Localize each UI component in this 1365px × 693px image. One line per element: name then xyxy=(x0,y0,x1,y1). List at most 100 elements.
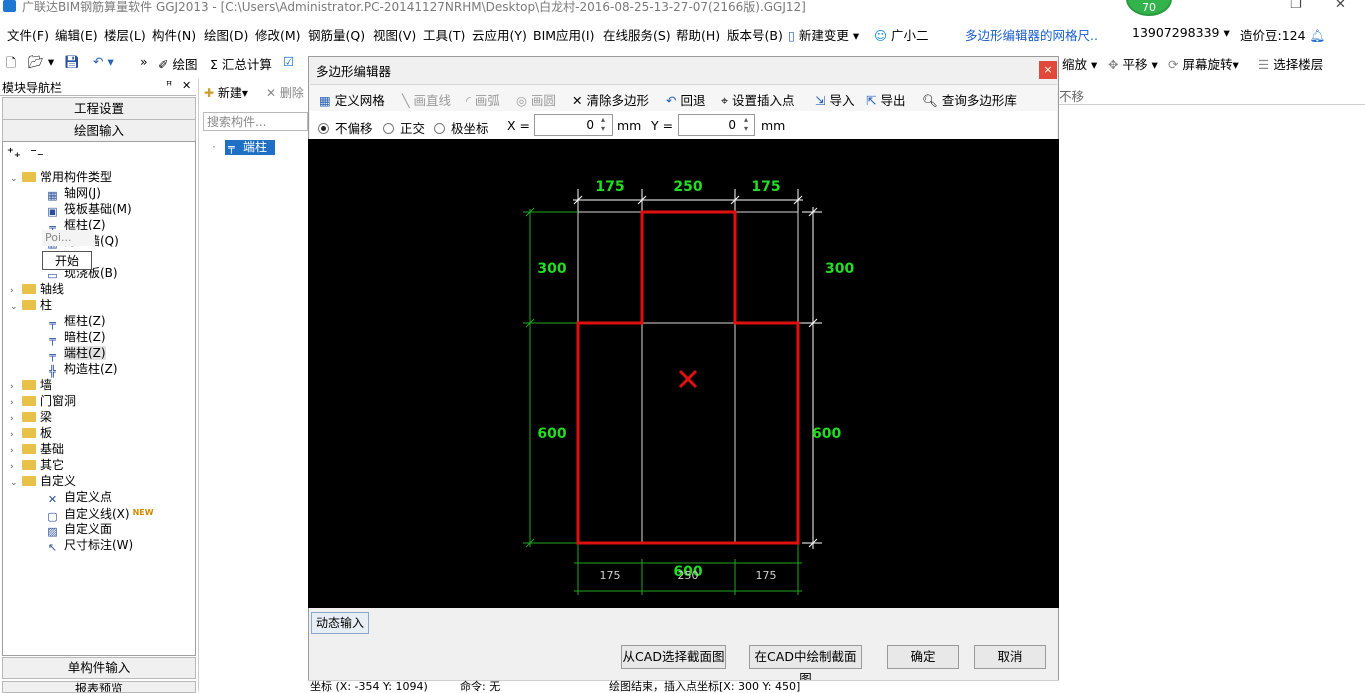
tree-item[interactable]: ▨ 自定义面 xyxy=(46,521,112,538)
tree-item[interactable]: ↖ 尺寸标注(W) xyxy=(46,537,133,554)
x-spinner-icon[interactable]: ▴ ▾ xyxy=(601,115,605,133)
draw-in-cad-button[interactable]: 在CAD中绘制截面图 xyxy=(749,645,862,686)
select-floor-tool[interactable]: ☰ 选择楼层 xyxy=(1258,54,1323,73)
tree-label: 自定义点 xyxy=(64,490,113,504)
menu-help[interactable]: 帮助(H) xyxy=(676,25,720,44)
clear-polygon-button[interactable]: ✕ 清除多边形 xyxy=(572,90,649,109)
restore-icon[interactable]: ❐ xyxy=(1290,0,1302,12)
draw-tool[interactable]: ✐ 绘图 xyxy=(158,54,197,73)
rotate-icon: ⟳ xyxy=(1168,57,1179,72)
nav-close-icon[interactable]: ✕ xyxy=(182,79,191,92)
insert-point-icon: ⌖ xyxy=(721,93,729,108)
window-close-icon[interactable]: ✕ xyxy=(1335,0,1346,12)
y-spinner-icon[interactable]: ▴ ▾ xyxy=(744,115,748,133)
no-offset-radio[interactable]: 不偏移 xyxy=(318,118,373,137)
query-library-button[interactable]: 🔍︎ 查询多边形库 xyxy=(922,90,1017,109)
menu-new-change[interactable]: ▯ 新建变更 ▾ xyxy=(788,25,859,44)
undo-icon[interactable]: ↶ ▾ xyxy=(93,54,114,69)
drawing-viewport[interactable] xyxy=(1059,104,1365,692)
tree-item[interactable]: ▢ 自定义线(X) NEW xyxy=(46,505,153,523)
tree-folder[interactable]: ⌄ 柱 xyxy=(10,297,52,313)
menu-cloud[interactable]: 云应用(Y) xyxy=(472,25,527,44)
status-command: 命令: 无 xyxy=(460,680,501,693)
export-icon: ⇱ xyxy=(866,93,877,108)
ok-button[interactable]: 确定 xyxy=(887,645,959,669)
menu-rebar[interactable]: 钢筋量(Q) xyxy=(308,25,365,44)
menu-floor[interactable]: 楼层(L) xyxy=(104,25,146,44)
cancel-button[interactable]: 取消 xyxy=(974,645,1046,669)
export-button[interactable]: ⇱ 导出 xyxy=(866,90,905,109)
expand-all-icon[interactable]: ⁺₊ xyxy=(7,146,21,161)
tree-item[interactable]: ╬ 构造柱(Z) xyxy=(46,361,117,378)
tree-item[interactable]: ╤ 框柱(Z) xyxy=(46,313,105,330)
tooltip-start[interactable]: 开始 xyxy=(42,251,92,270)
open-folder-icon[interactable]: 📂︎ ▾ xyxy=(28,54,54,70)
tree-folder[interactable]: ⌄ 自定义 xyxy=(10,473,76,489)
delete-component-button[interactable]: ✕ 删除 xyxy=(266,84,304,101)
select-from-cad-button[interactable]: 从CAD选择截面图 xyxy=(621,645,726,669)
drawing-input-button[interactable]: 绘图输入 xyxy=(2,119,196,142)
tree-folder[interactable]: › 板 xyxy=(10,425,52,441)
bell-icon[interactable]: 🔔︎ xyxy=(1310,28,1326,43)
component-search-input[interactable]: 搜索构件... xyxy=(203,112,308,131)
tree-item[interactable]: ▣ 筏板基础(M) xyxy=(46,201,131,218)
undo-button[interactable]: ↶ 回退 xyxy=(666,90,705,109)
chevron-down-icon[interactable]: ⌄ xyxy=(10,299,22,315)
account-phone[interactable]: 13907298339 ▾ xyxy=(1132,25,1230,40)
draw-arc-button[interactable]: ◜ 画弧 xyxy=(466,90,500,109)
tree-folder[interactable]: › 梁 xyxy=(10,409,52,425)
tree-item[interactable]: ✕ 自定义点 xyxy=(46,489,113,506)
orthogonal-radio[interactable]: 正交 xyxy=(383,118,425,137)
pan-tool[interactable]: ✥ 平移 ▾ xyxy=(1108,54,1158,73)
tree-item[interactable]: ╤ 暗柱(Z) xyxy=(46,329,105,346)
define-grid-button[interactable]: ▦ 定义网格 xyxy=(319,90,385,109)
project-settings-button[interactable]: 工程设置 xyxy=(2,97,196,120)
menu-view[interactable]: 视图(V) xyxy=(373,25,416,44)
pin-icon[interactable]: ꟸ xyxy=(166,79,172,92)
dynamic-input-toggle[interactable]: 动态输入 xyxy=(311,612,369,634)
single-input-button[interactable]: 单构件输入 xyxy=(2,657,196,679)
notice-banner[interactable]: 多边形编辑器的网格尺.. xyxy=(965,25,1098,44)
menu-edit[interactable]: 编辑(E) xyxy=(55,25,98,44)
import-button[interactable]: ⇲ 导入 xyxy=(815,90,854,109)
draw-circle-button[interactable]: ◎ 画圆 xyxy=(516,90,556,109)
tree-item[interactable]: ▦ 轴网(J) xyxy=(46,185,101,202)
new-component-button[interactable]: ✚ 新建▾ xyxy=(204,84,248,101)
rotate-tool[interactable]: ⟳ 屏幕旋转▾ xyxy=(1168,54,1239,73)
tree-connector: · xyxy=(212,140,216,154)
check-icon[interactable]: ☑ xyxy=(283,54,294,69)
new-file-icon[interactable]: 🗋︎ xyxy=(6,54,16,75)
menu-tools[interactable]: 工具(T) xyxy=(423,25,465,44)
zoom-tool[interactable]: 缩放 ▾ xyxy=(1062,54,1097,73)
polar-radio[interactable]: 极坐标 xyxy=(434,118,489,137)
menu-online[interactable]: 在线服务(S) xyxy=(603,25,671,44)
report-preview-button[interactable]: 报表预览 xyxy=(2,681,196,693)
dialog-close-button[interactable]: × xyxy=(1039,61,1057,79)
menu-modify[interactable]: 修改(M) xyxy=(255,25,301,44)
tree-item[interactable]: ╤ 端柱(Z) xyxy=(46,345,106,362)
draw-line-button[interactable]: ╲ 画直线 xyxy=(402,90,451,109)
chevron-down-icon[interactable]: ⌄ xyxy=(10,475,22,491)
component-list-panel xyxy=(198,79,309,691)
tree-folder[interactable]: ⌄ 常用构件类型 xyxy=(10,169,112,185)
summary-calc[interactable]: Σ 汇总计算 xyxy=(210,54,272,73)
tree-folder[interactable]: › 其它 xyxy=(10,457,64,473)
tree-folder[interactable]: › 门窗洞 xyxy=(10,393,76,409)
menu-component[interactable]: 构件(N) xyxy=(152,25,196,44)
menu-draw[interactable]: 绘图(D) xyxy=(204,25,248,44)
tree-folder[interactable]: › 墙 xyxy=(10,377,52,393)
grid-icon: ▦ xyxy=(319,93,331,108)
tree-folder[interactable]: › 轴线 xyxy=(10,281,64,297)
toolbar-more-icon[interactable]: » xyxy=(140,54,148,69)
set-insert-point-button[interactable]: ⌖ 设置插入点 xyxy=(721,90,795,109)
collapse-all-icon[interactable]: ⁻₋ xyxy=(30,146,44,161)
save-icon[interactable]: 💾︎ xyxy=(64,54,80,70)
menu-assistant[interactable]: ☺ 广小二 xyxy=(874,25,929,44)
insert-point-marker[interactable] xyxy=(678,369,698,389)
menu-file[interactable]: 文件(F) xyxy=(7,25,49,44)
menu-bim[interactable]: BIM应用(I) xyxy=(533,25,595,44)
menu-version[interactable]: 版本号(B) xyxy=(727,25,783,44)
polygon-canvas[interactable]: 175 250 175 300 600 300 600 600 175 250 … xyxy=(308,139,1059,608)
chevron-down-icon[interactable]: ⌄ xyxy=(10,171,22,187)
tree-folder[interactable]: › 基础 xyxy=(10,441,64,457)
